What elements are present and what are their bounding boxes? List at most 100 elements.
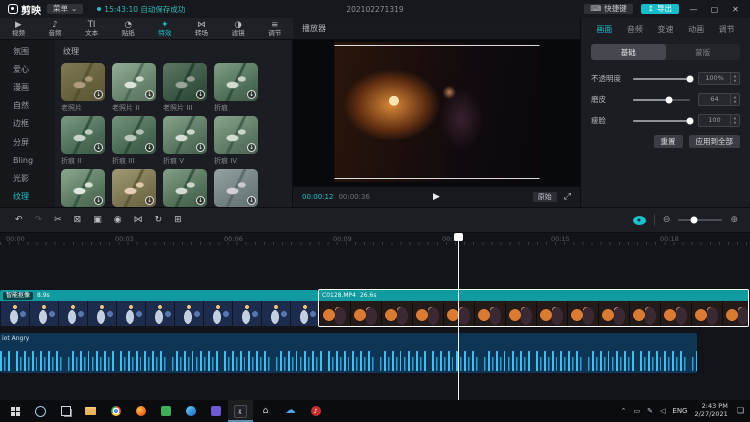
mirror-icon[interactable]: ⋈ — [134, 216, 143, 225]
effect-item[interactable]: ↓ 折痕 — [214, 63, 258, 111]
undo-icon[interactable]: ↶ — [15, 216, 23, 225]
inspector-tab[interactable]: 调节 — [711, 24, 742, 35]
effect-category[interactable]: 分屏 — [0, 133, 55, 151]
effect-item[interactable]: ↓ 老照片 II — [112, 63, 156, 111]
timeline-zoom-handle[interactable] — [690, 217, 697, 224]
edge-icon[interactable] — [178, 400, 203, 422]
inspector-tab[interactable]: 画面 — [589, 24, 620, 35]
video-clip-1[interactable]: 智能抠像 8.9s — [0, 290, 318, 326]
split-icon[interactable]: ✂ — [54, 216, 62, 225]
audio-clip[interactable]: iot Angry — [0, 333, 697, 373]
stepper-arrows-icon[interactable] — [730, 73, 739, 84]
effect-category[interactable]: 漫画 — [0, 78, 55, 96]
stepper-arrows-icon[interactable] — [730, 115, 739, 126]
file-explorer-icon[interactable] — [78, 400, 103, 422]
menu-button[interactable]: 菜单 ⌄ — [47, 4, 83, 15]
effect-thumbnail[interactable]: ↓ — [163, 63, 207, 101]
task-view-button[interactable] — [53, 400, 78, 422]
zoom-in-icon[interactable]: ⊕ — [730, 216, 738, 225]
green-app-icon[interactable] — [153, 400, 178, 422]
slider-track[interactable] — [633, 99, 690, 101]
slider-track[interactable] — [633, 120, 690, 122]
freeze-icon[interactable]: ▣ — [93, 216, 102, 225]
ratio-button[interactable]: 原始 — [533, 192, 557, 202]
monitor-icon[interactable]: ▭ — [634, 408, 641, 415]
crop-icon[interactable]: ⊞ — [174, 216, 182, 225]
effect-item[interactable]: ↓ 老照片 III — [163, 63, 207, 111]
effect-thumbnail[interactable]: ↓ — [214, 63, 258, 101]
effect-item[interactable]: ↓ 老照片 — [61, 63, 105, 111]
start-button[interactable] — [3, 400, 28, 422]
redo-icon[interactable]: ↷ — [35, 216, 43, 225]
close-button[interactable]: ✕ — [729, 5, 742, 14]
effect-thumbnail[interactable]: ↓ — [163, 116, 207, 154]
video-clip-2-selected[interactable]: C0128.MP4 26.6s — [318, 289, 749, 327]
toolbar-item[interactable]: TI 文本 — [73, 18, 110, 39]
effect-category[interactable]: 爱心 — [0, 60, 55, 78]
effect-category[interactable]: 自然 — [0, 97, 55, 115]
effect-category[interactable]: 光影 — [0, 169, 55, 187]
language-indicator[interactable]: ENG — [672, 407, 687, 415]
capcut-icon[interactable] — [228, 400, 253, 422]
video-preview[interactable] — [334, 42, 539, 182]
effect-category[interactable]: 氛围 — [0, 42, 55, 60]
slider-handle[interactable] — [666, 96, 673, 103]
effect-item[interactable]: ↓ 折痕 III — [112, 116, 156, 164]
slider-track[interactable] — [633, 78, 690, 80]
effect-item[interactable]: ↓ 折痕 IV — [214, 116, 258, 164]
toolbar-item[interactable]: ✦ 特效 — [147, 18, 184, 39]
playhead-handle[interactable] — [454, 233, 463, 241]
effect-thumbnail[interactable]: ↓ — [214, 116, 258, 154]
effect-category[interactable]: 边框 — [0, 115, 55, 133]
minimize-button[interactable]: — — [687, 5, 700, 14]
export-button[interactable]: ↥ 导出 — [641, 4, 679, 15]
effect-item[interactable]: ↓ 折痕 V — [163, 116, 207, 164]
slider-handle[interactable] — [687, 75, 694, 82]
volume-icon[interactable]: ◁ — [660, 408, 665, 415]
pen-icon[interactable]: ✎ — [647, 408, 653, 415]
effect-thumbnail[interactable]: ↓ — [61, 169, 105, 207]
effect-thumbnail[interactable]: ↓ — [163, 169, 207, 207]
slider-value-box[interactable]: 64 — [698, 93, 740, 106]
cloud-app-icon[interactable] — [278, 400, 303, 422]
maximize-button[interactable]: ▢ — [708, 5, 721, 14]
chrome-icon[interactable] — [103, 400, 128, 422]
search-button[interactable] — [28, 400, 53, 422]
hidden-icons-caret[interactable]: ⌃ — [621, 408, 627, 415]
effect-thumbnail[interactable]: ↓ — [112, 63, 156, 101]
home-app-icon[interactable] — [253, 400, 278, 422]
reverse-icon[interactable]: ◉ — [114, 216, 122, 225]
inspector-tab[interactable]: 动画 — [681, 24, 712, 35]
timeline-ruler[interactable]: 00:00 00:03 00:06 00:09 00:12 00:15 00:1… — [0, 233, 750, 245]
effect-item[interactable]: ↓ — [61, 169, 105, 207]
effect-item[interactable]: ↓ — [163, 169, 207, 207]
stepper-arrows-icon[interactable] — [730, 94, 739, 105]
purple-app-icon[interactable] — [203, 400, 228, 422]
toolbar-item[interactable]: ▶ 视频 — [0, 18, 37, 39]
shortcuts-button[interactable]: ⌨ 快捷键 — [584, 4, 632, 15]
effect-category[interactable]: Bling — [0, 151, 55, 169]
toolbar-item[interactable]: ◔ 贴纸 — [110, 18, 147, 39]
inspector-tab[interactable]: 变速 — [650, 24, 681, 35]
reset-button[interactable]: 重置 — [654, 135, 683, 148]
timeline-zoom-slider[interactable] — [678, 219, 722, 221]
effect-thumbnail[interactable]: ↓ — [112, 116, 156, 154]
effect-thumbnail[interactable]: ↓ — [112, 169, 156, 207]
inspector-subtab[interactable]: 蒙版 — [666, 44, 741, 60]
toolbar-item[interactable]: ◑ 滤镜 — [220, 18, 257, 39]
playhead[interactable] — [458, 233, 459, 400]
effect-item[interactable]: ↓ — [214, 169, 258, 207]
effect-thumbnail[interactable]: ↓ — [61, 116, 105, 154]
inspector-subtab[interactable]: 基础 — [591, 44, 666, 60]
inspector-tab[interactable]: 音频 — [620, 24, 651, 35]
slider-value-box[interactable]: 100% — [698, 72, 740, 85]
toolbar-item[interactable]: ♪ 音频 — [37, 18, 74, 39]
toolbar-item[interactable]: ⋈ 转场 — [183, 18, 220, 39]
effect-item[interactable]: ↓ 折痕 II — [61, 116, 105, 164]
delete-icon[interactable]: ⊠ — [74, 216, 82, 225]
zoom-out-icon[interactable]: ⊖ — [663, 216, 671, 225]
preview-axis-icon[interactable] — [633, 216, 646, 225]
rotate-icon[interactable]: ↻ — [155, 216, 163, 225]
action-center-icon[interactable]: ❏ — [737, 407, 744, 415]
effect-category[interactable]: 纹理 — [0, 188, 55, 206]
